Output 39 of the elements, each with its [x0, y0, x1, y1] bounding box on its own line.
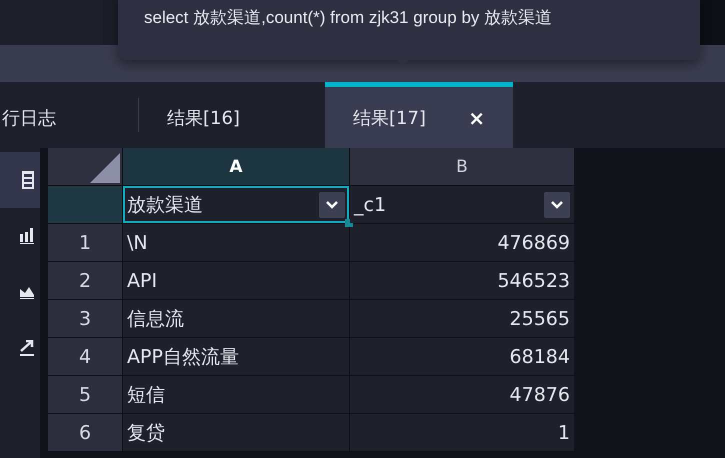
- close-icon[interactable]: ×: [468, 106, 485, 130]
- bar-chart-icon: [20, 228, 34, 244]
- area-chart-icon: [20, 285, 34, 299]
- table-cell: 546523: [350, 262, 574, 299]
- table-cell: 短信: [123, 376, 349, 413]
- dropdown-button[interactable]: [544, 192, 570, 218]
- sql-tooltip: select 放款渠道,count(*) from zjk31 group by 放款渠道: [118, 0, 700, 60]
- column-header[interactable]: B: [350, 148, 574, 185]
- table-cell: API: [123, 262, 349, 299]
- select-all-corner[interactable]: [90, 153, 120, 183]
- chevron-down-icon: [550, 200, 564, 209]
- result-tab[interactable]: 行日志: [0, 82, 138, 148]
- field-name: 放款渠道: [127, 192, 203, 218]
- row-number: 5: [48, 376, 122, 413]
- table-cell: 68184: [350, 338, 574, 375]
- table-cell: 25565: [350, 300, 574, 337]
- row-number: 6: [48, 414, 122, 451]
- table-cell: 476869: [350, 224, 574, 261]
- table-cell: APP自然流量: [123, 338, 349, 375]
- dropdown-button[interactable]: [319, 192, 345, 218]
- result-tab[interactable]: 结果[17] ×: [325, 82, 513, 148]
- table-icon: [22, 171, 34, 189]
- field-name: _c1: [354, 194, 386, 216]
- row-number: 4: [48, 338, 122, 375]
- row-number: 3: [48, 300, 122, 337]
- result-tab[interactable]: 结果[16]: [139, 82, 277, 148]
- column-header[interactable]: A: [123, 148, 349, 185]
- chevron-down-icon: [325, 200, 339, 209]
- trend-arrow-icon: [20, 340, 34, 356]
- row-number: 2: [48, 262, 122, 299]
- table-cell: 复贷: [123, 414, 349, 451]
- table-cell: \N: [123, 224, 349, 261]
- view-toggle[interactable]: [0, 152, 40, 208]
- field-name-cell[interactable]: _c1: [350, 186, 574, 223]
- table-cell: 1: [350, 414, 574, 451]
- table-cell: 信息流: [123, 300, 349, 337]
- side-panel: [700, 0, 725, 45]
- row-number: 1: [48, 224, 122, 261]
- table-cell: 47876: [350, 376, 574, 413]
